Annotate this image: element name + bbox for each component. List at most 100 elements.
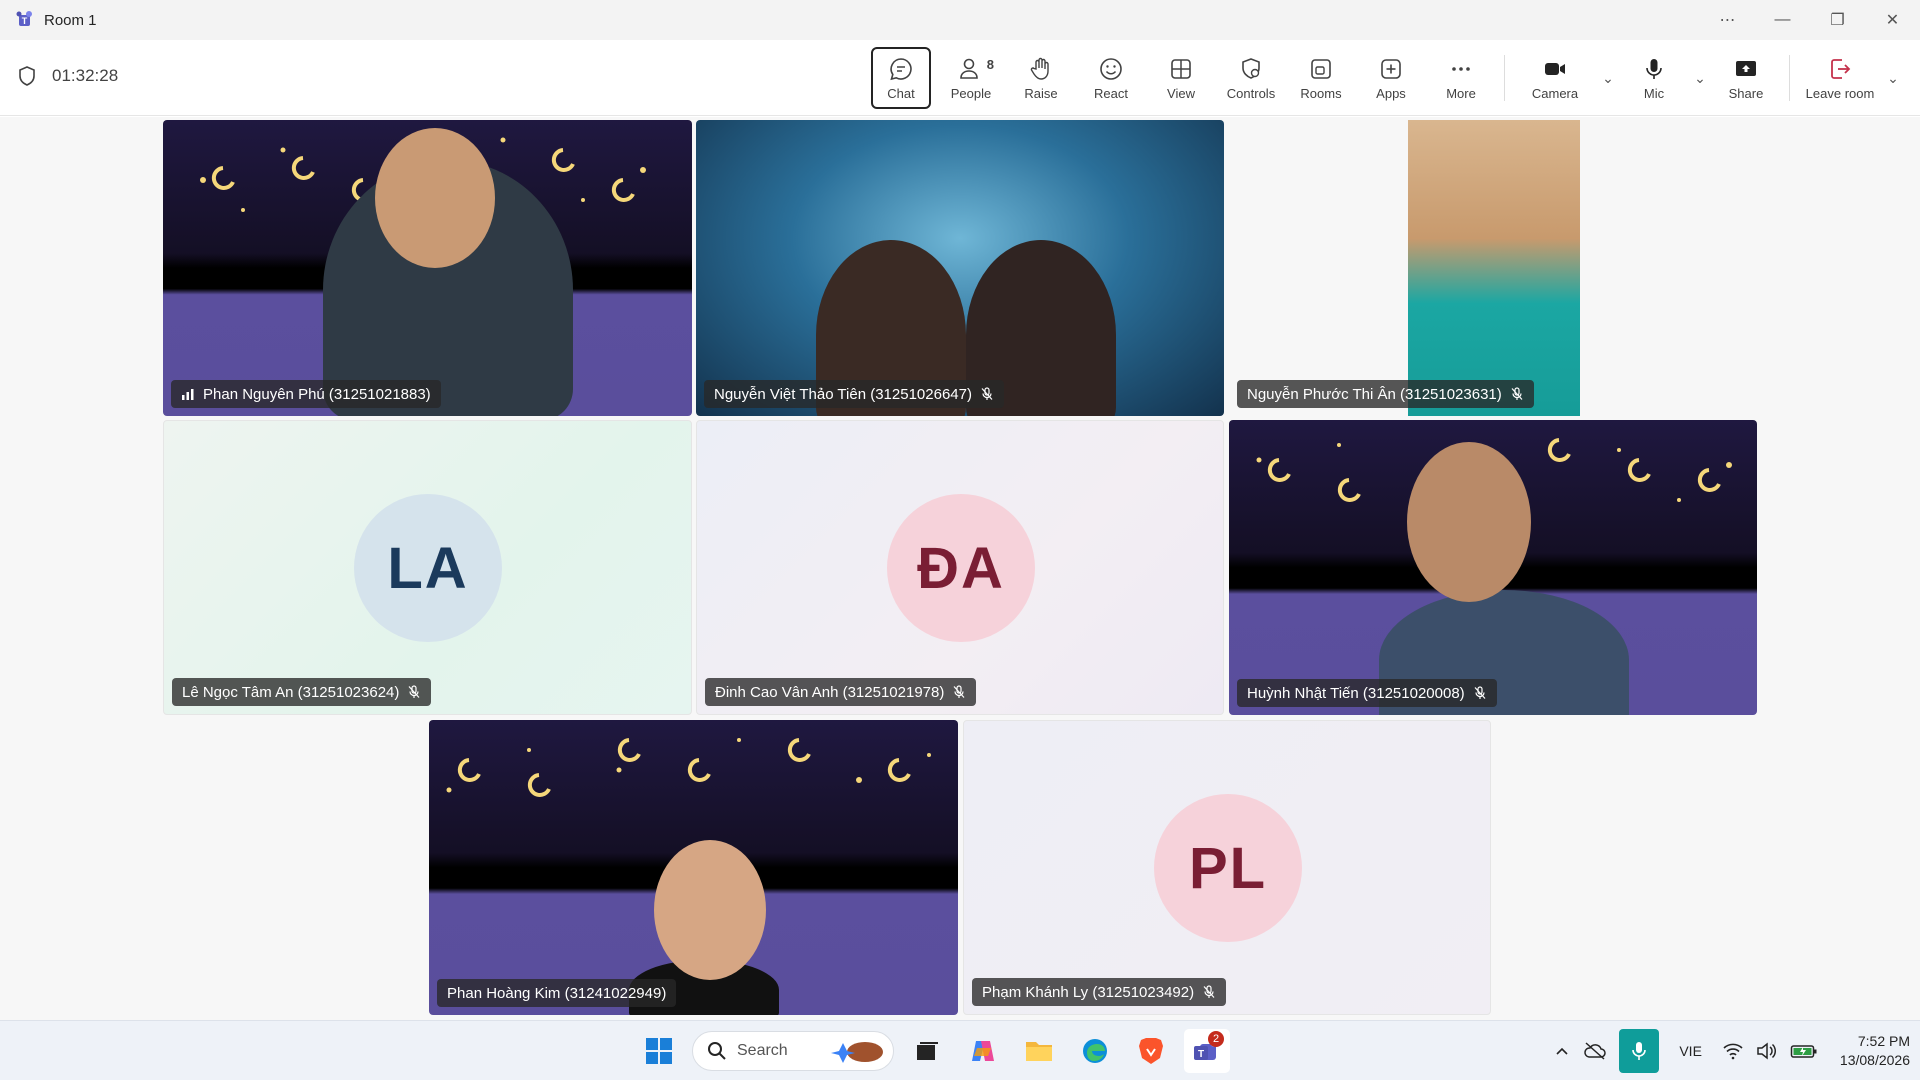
raise-hand-button[interactable]: Raise [1006,47,1076,109]
participant-nameplate: Huỳnh Nhật Tiến (31251020008) [1237,679,1497,707]
battery-charging-icon[interactable] [1790,1042,1818,1060]
toolbar-divider [1504,55,1505,101]
people-count: 8 [986,57,994,72]
teams-taskbar-button[interactable]: T 2 [1184,1029,1230,1073]
mic-button[interactable]: Mic [1619,47,1689,109]
svg-text:T: T [1198,1049,1204,1060]
timer-text: 01:32:28 [52,66,119,85]
search-label: Search [737,1042,788,1059]
start-button[interactable] [636,1029,682,1073]
leave-options-chevron-icon[interactable]: ⌄ [1882,47,1904,109]
share-screen-icon [1736,60,1756,76]
avatar: PL [1154,794,1302,942]
edge-browser-button[interactable] [1072,1029,1118,1073]
participant-nameplate: Phạm Khánh Ly (31251023492) [972,978,1227,1006]
participant-tile[interactable]: PL Phạm Khánh Ly (31251023492) [963,720,1491,1015]
mic-label: Mic [1643,85,1665,101]
chevron-up-icon[interactable] [1553,1042,1571,1060]
participant-tile[interactable]: LA Lê Ngọc Tâm An (31251023624) [163,420,692,715]
clock-time: 7:52 PM [1857,1033,1910,1049]
participant-tile[interactable]: Huỳnh Nhật Tiến (31251020008) [1229,420,1757,715]
mic-options-chevron-icon[interactable]: ⌄ [1689,47,1711,109]
rooms-label: Rooms [1300,85,1342,101]
restore-button[interactable]: ❐ [1810,0,1865,40]
participant-tile[interactable]: Phan Nguyên Phú (31251021883) [163,120,692,416]
participant-name: Đinh Cao Vân Anh (31251021978) [715,683,945,701]
speaker-icon[interactable] [1756,1042,1778,1060]
toolbar-buttons: Chat 8 People Raise React View Controls … [866,47,1904,109]
search-highlight-icon [831,1042,883,1063]
avatar: LA [354,494,502,642]
title-bar: T Room 1 ⋯ — ❐ ✕ [0,0,1920,40]
mic-off-icon [1474,686,1486,699]
taskbar-apps: Search T 2 [636,1029,1230,1073]
leave-label: Leave room [1805,85,1875,101]
rooms-button[interactable]: Rooms [1286,47,1356,109]
taskbar-search[interactable]: Search [692,1031,894,1071]
copilot-icon [972,1041,994,1061]
controls-button[interactable]: Controls [1216,47,1286,109]
file-explorer-button[interactable] [1016,1029,1062,1073]
add-app-icon [1381,58,1401,79]
avatar-initials: PL [1188,835,1268,901]
camera-options-chevron-icon[interactable]: ⌄ [1597,47,1619,109]
system-tray: VIE 7:52 PM 13/08/2026 [1553,1029,1910,1073]
participant-name: Nguyễn Việt Thảo Tiên (31251026647) [714,385,972,403]
react-button[interactable]: React [1076,47,1146,109]
view-button[interactable]: View [1146,47,1216,109]
copilot-button[interactable] [960,1029,1006,1073]
brave-lion-icon [1139,1038,1163,1064]
controls-label: Controls [1226,85,1276,101]
participant-tile[interactable]: Nguyễn Việt Thảo Tiên (31251026647) [696,120,1224,416]
close-button[interactable]: ✕ [1865,0,1920,40]
minimize-button[interactable]: — [1755,0,1810,40]
camera-icon [1545,62,1565,75]
search-icon [708,1042,726,1060]
participant-name: Phan Hoàng Kim (31241022949) [447,984,667,1002]
people-label: People [950,85,992,101]
participant-nameplate: Lê Ngọc Tâm An (31251023624) [172,678,432,706]
share-label: Share [1728,85,1764,101]
more-options-icon[interactable]: ⋯ [1700,0,1755,40]
clock-date: 13/08/2026 [1839,1052,1910,1068]
task-view-button[interactable] [904,1029,950,1073]
wifi-icon[interactable] [1722,1042,1744,1060]
mic-off-icon [1511,387,1523,400]
participant-nameplate: Phan Hoàng Kim (31241022949) [437,979,677,1007]
shield-icon [19,66,35,86]
participant-tile[interactable]: Phan Hoàng Kim (31241022949) [429,720,958,1015]
task-view-icon [917,1042,938,1060]
windows-logo-icon [646,1038,672,1064]
participant-nameplate: Phan Nguyên Phú (31251021883) [171,380,441,408]
microphone-in-use-button[interactable] [1619,1029,1660,1073]
window-title: Room 1 [44,11,97,29]
more-button[interactable]: More [1426,47,1496,109]
participant-video-face [1407,442,1531,602]
participant-nameplate: Nguyễn Việt Thảo Tiên (31251026647) [704,380,1004,408]
participant-name: Phạm Khánh Ly (31251023492) [982,983,1195,1001]
cloud-off-icon[interactable] [1583,1041,1607,1061]
avatar: ĐA [887,494,1035,642]
microphone-icon [1646,58,1662,79]
participant-nameplate: Đinh Cao Vân Anh (31251021978) [705,678,977,706]
video-stage: Phan Nguyên Phú (31251021883) Nguyễn Việ… [0,117,1920,1020]
leave-room-button[interactable]: Leave room [1798,47,1882,109]
meeting-timer: 01:32:28 [18,66,118,86]
apps-button[interactable]: Apps [1356,47,1426,109]
camera-button[interactable]: Camera [1513,47,1597,109]
svg-text:T: T [22,16,28,26]
people-button[interactable]: 8 People [936,47,1006,109]
meeting-toolbar: 01:32:28 Chat 8 People Raise React View … [0,40,1920,116]
share-button[interactable]: Share [1711,47,1781,109]
react-label: React [1094,85,1128,101]
edge-icon [1083,1039,1107,1063]
people-icon [960,58,978,79]
clock[interactable]: 7:52 PM 13/08/2026 [1840,1032,1910,1070]
avatar-initials: ĐA [917,535,1005,601]
participant-nameplate: Nguyễn Phước Thi Ân (31251023631) [1237,380,1534,408]
chat-button[interactable]: Chat [871,47,931,109]
participant-tile[interactable]: ĐA Đinh Cao Vân Anh (31251021978) [696,420,1224,715]
input-language[interactable]: VIE [1679,1043,1702,1059]
brave-browser-button[interactable] [1128,1029,1174,1073]
participant-tile[interactable]: Nguyễn Phước Thi Ân (31251023631) [1229,120,1757,416]
